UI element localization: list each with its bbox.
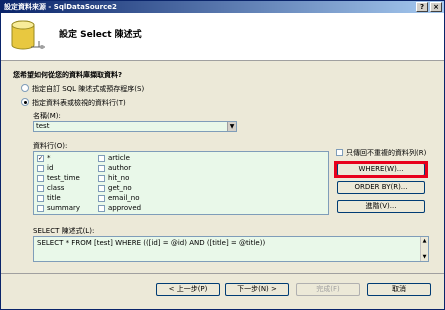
column-checkbox-class[interactable] <box>37 185 44 192</box>
column-label: email_no <box>108 194 140 202</box>
order-by-button[interactable]: ORDER BY(R)... <box>337 181 425 194</box>
column-label: class <box>47 184 65 192</box>
column-label: hit_no <box>108 174 130 182</box>
column-checkbox-hit-no[interactable] <box>98 175 105 182</box>
radio-custom-sql-label[interactable]: 指定自訂 SQL 陳述式或預存程序(S) <box>32 84 144 94</box>
cancel-button[interactable]: 取消 <box>367 283 431 296</box>
window-title: 設定資料來源 - SqlDataSource2 <box>4 3 117 11</box>
column-label: title <box>47 194 61 202</box>
table-name-select[interactable]: test ▼ <box>33 121 237 132</box>
help-button[interactable]: ? <box>416 2 428 12</box>
column-label: get_no <box>108 184 132 192</box>
unique-rows-label[interactable]: 只傳回不重複的資料列(R) <box>346 148 426 158</box>
database-icon <box>11 20 45 50</box>
column-checkbox-id[interactable] <box>37 165 44 172</box>
name-label: 名稱(M): <box>33 112 61 120</box>
footer-separator <box>1 273 444 274</box>
scrollbar[interactable]: ▲ ▼ <box>420 237 428 261</box>
table-name-value: test <box>36 122 50 130</box>
next-button[interactable]: 下一步(N) > <box>225 283 289 296</box>
close-button[interactable]: × <box>430 2 442 12</box>
column-checkbox-title[interactable] <box>37 195 44 202</box>
where-highlight-box <box>334 161 428 178</box>
dialog-window: 設定資料來源 - SqlDataSource2 ? × 設定 Select 陳述… <box>0 0 445 310</box>
column-label: * <box>47 154 51 162</box>
radio-table-columns[interactable] <box>21 98 29 106</box>
finish-button: 完成(F) <box>296 283 360 296</box>
column-label: author <box>108 164 132 172</box>
columns-list: ✓ * id test_time class title summary art… <box>33 151 329 215</box>
column-checkbox-email-no[interactable] <box>98 195 105 202</box>
column-label: approved <box>108 204 142 212</box>
select-statement-text: SELECT * FROM [test] WHERE (([id] = @id)… <box>37 239 266 247</box>
advanced-button[interactable]: 進階(V)... <box>337 200 425 213</box>
title-bar: 設定資料來源 - SqlDataSource2 ? × <box>1 1 444 13</box>
column-label: id <box>47 164 54 172</box>
unique-rows-checkbox[interactable] <box>336 149 343 156</box>
column-checkbox-article[interactable] <box>98 155 105 162</box>
column-checkbox-star[interactable]: ✓ <box>37 155 44 162</box>
previous-button[interactable]: < 上一步(P) <box>156 283 220 296</box>
column-checkbox-test-time[interactable] <box>37 175 44 182</box>
columns-label: 資料行(O): <box>33 142 68 150</box>
column-label: summary <box>47 204 81 212</box>
radio-table-columns-label[interactable]: 指定資料表或檢視的資料行(T) <box>32 98 126 108</box>
page-title: 設定 Select 陳述式 <box>59 30 142 40</box>
column-label: article <box>108 154 130 162</box>
question-label: 您希望如何從您的資料庫擷取資料? <box>13 71 123 79</box>
wizard-header: 設定 Select 陳述式 <box>1 13 444 61</box>
column-checkbox-get-no[interactable] <box>98 185 105 192</box>
select-statement-label: SELECT 陳述式(L): <box>33 227 95 235</box>
chevron-down-icon[interactable]: ▼ <box>227 122 236 131</box>
column-checkbox-author[interactable] <box>98 165 105 172</box>
wizard-body: 您希望如何從您的資料庫擷取資料? 指定自訂 SQL 陳述式或預存程序(S) 指定… <box>1 62 444 272</box>
radio-custom-sql[interactable] <box>21 84 29 92</box>
column-checkbox-summary[interactable] <box>37 205 44 212</box>
column-checkbox-approved[interactable] <box>98 205 105 212</box>
column-label: test_time <box>47 174 80 182</box>
select-statement-box: SELECT * FROM [test] WHERE (([id] = @id)… <box>33 236 429 262</box>
